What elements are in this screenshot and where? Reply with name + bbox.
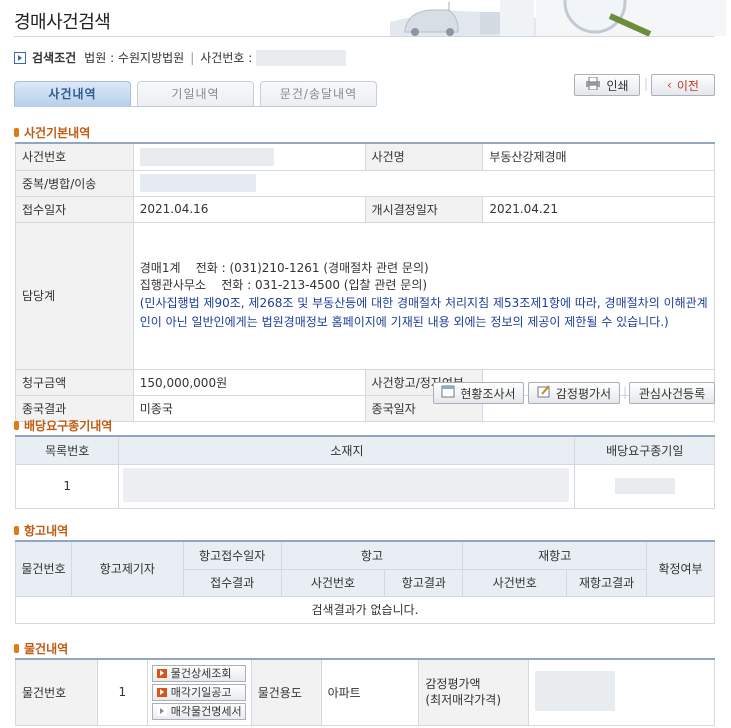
separator: | (190, 50, 195, 65)
document-icon (441, 385, 455, 401)
section-bullet-icon (14, 421, 19, 430)
appraisal-masked-value (535, 670, 616, 711)
tab-bar: 사건내역 기일내역 문건/송달내역 (14, 81, 377, 106)
tab-schedule[interactable]: 기일내역 (137, 81, 254, 106)
appeal-header-date: 항고접수일자 (182, 540, 282, 570)
case-number-value-cell (132, 142, 366, 171)
item-no-value-cell: 1 (96, 658, 148, 726)
dividend-header-address: 소재지 (118, 435, 576, 465)
case-number-label: 사건번호 : (200, 51, 253, 65)
header-banner-illustration (330, 0, 731, 36)
court-label: 법원 : (84, 51, 115, 65)
arrow-right-icon (156, 668, 167, 678)
appeal-header-result: 접수결과 (182, 568, 282, 597)
arrow-right-icon (14, 51, 26, 64)
dividend-row-deadline (574, 463, 715, 509)
printer-icon (585, 76, 601, 93)
dividend-row-no: 1 (14, 463, 120, 509)
arrow-right-icon (156, 706, 167, 716)
dividend-header-deadline: 배당요구종기일 (574, 435, 715, 465)
appeal-header-appeal-result: 항고결과 (384, 568, 464, 597)
item-detail-button[interactable]: 물건상세조회 (151, 664, 246, 682)
survey-report-button[interactable]: 현황조사서 (433, 382, 524, 404)
appeal-header-appellant: 항고제기자 (70, 540, 184, 597)
sale-date-notice-button[interactable]: 매각기일공고 (151, 683, 246, 701)
usage-label-cell: 물건용도 (250, 658, 322, 726)
case-number-label-cell: 사건번호 (15, 142, 134, 171)
appraisal-report-button[interactable]: 감정평가서 (528, 382, 620, 404)
back-label: 이전 (676, 78, 699, 93)
appeal-header-confirm: 확정여부 (646, 540, 715, 597)
table-row: 1 (14, 463, 715, 509)
appeal-header-reappeal: 재항고 (462, 540, 648, 570)
appraisal-value-cell (528, 658, 715, 726)
appeal-header-item: 물건번호 (15, 540, 72, 597)
print-button[interactable]: 인쇄 (574, 74, 640, 96)
section-bullet-icon (14, 526, 19, 535)
received-date-label-cell: 접수일자 (15, 195, 134, 223)
section-bullet-icon (14, 644, 19, 653)
tabs-underline (14, 106, 376, 107)
appeal-empty-message: 검색결과가 없습니다. (15, 595, 715, 624)
officer-label-cell: 담당계 (15, 221, 134, 370)
appeal-header-case-no: 사건번호 (280, 568, 386, 597)
section-bullet-icon (14, 128, 19, 137)
case-name-value-cell: 부동산강제경매 (482, 142, 715, 171)
officer-notice: (민사집행법 제90조, 제268조 및 부동산등에 대한 경매절차 처리지침 … (139, 295, 708, 329)
appeal-header-reappeal-result: 재항고결과 (566, 568, 648, 597)
appraisal-label-cell: 감정평가액 (최저매각가격) (418, 658, 530, 726)
case-number-masked (256, 49, 347, 66)
merge-label-cell: 중복/병합/이송 (15, 169, 134, 197)
appraisal-sub-label: (최저매각가격) (425, 693, 501, 708)
case-basic-section-title: 사건기본내역 (14, 124, 90, 141)
appeal-header-appeal: 항고 (280, 540, 464, 570)
start-date-value-cell: 2021.04.21 (482, 195, 715, 223)
appeal-section-title: 항고내역 (14, 522, 68, 539)
sale-item-statement-button[interactable]: 매각물건명세서 (151, 702, 246, 720)
received-date-value-cell: 2021.04.16 (132, 195, 366, 223)
final-result-value-cell: 미종국 (132, 394, 366, 422)
claim-amount-value-cell: 150,000,000원 (132, 368, 366, 396)
case-name-label-cell: 사건명 (364, 142, 484, 171)
start-date-label-cell: 개시결정일자 (364, 195, 484, 223)
search-condition-bar: 검색조건 법원 : 수원지방법원 | 사건번호 : (14, 49, 347, 66)
item-no-label-cell: 물건번호 (15, 658, 98, 726)
dividend-row-address (118, 463, 576, 509)
watch-case-button[interactable]: 관심사건등록 (629, 382, 715, 404)
arrow-right-icon (156, 687, 167, 697)
chevron-left-icon: ‹ (667, 78, 672, 92)
appeal-table: 물건번호 항고제기자 항고접수일자 항고 재항고 확정여부 접수결과 사건번호 … (15, 540, 715, 624)
merge-masked-value (139, 174, 256, 192)
appraisal-label: 감정평가액 (425, 677, 481, 692)
address-masked-value (123, 467, 570, 502)
merge-value-cell (132, 169, 716, 197)
tab-documents[interactable]: 문건/송달내역 (260, 81, 377, 106)
court-value: 수원지방법원 (117, 51, 185, 65)
case-basic-table: 사건번호 사건명 부동산강제경매 중복/병합/이송 접수일자 2021.04.1… (15, 142, 716, 422)
page-title: 경매사건검색 (14, 12, 111, 33)
edit-document-icon (537, 385, 551, 401)
table-row: 물건번호 1 물건상세조회 매각기일공고 매각물건명세서 물건용도 아파트 감정… (15, 658, 715, 726)
claim-amount-label-cell: 청구금액 (15, 368, 134, 396)
back-button[interactable]: ‹ 이전 (651, 74, 715, 96)
search-condition-label: 검색조건 (32, 51, 77, 65)
usage-value-cell: 아파트 (320, 658, 420, 726)
button-separator: | (623, 385, 628, 399)
appeal-header-recase-no: 사건번호 (462, 568, 568, 597)
title-divider (14, 36, 714, 37)
dividend-table: 목록번호 소재지 배당요구종기일 1 (14, 435, 715, 509)
action-separator: | (644, 77, 649, 91)
case-number-masked-value (139, 147, 274, 166)
tab-case-details[interactable]: 사건내역 (14, 81, 131, 106)
deadline-masked-value (614, 478, 675, 494)
dividend-section-title: 배당요구종기내역 (14, 417, 112, 434)
dividend-header-no: 목록번호 (14, 435, 120, 465)
officer-value-cell: 경매1계 전화 : (031)210-1261 (경매절차 관련 문의) 집행관사… (132, 221, 716, 370)
officer-line-2: 집행관사무소 전화 : 031-213-4500 (입찰 관련 문의) (139, 277, 428, 292)
officer-line-1: 경매1계 전화 : (031)210-1261 (경매절차 관련 문의) (139, 260, 429, 275)
print-label: 인쇄 (606, 78, 629, 93)
item-buttons-cell: 물건상세조회 매각기일공고 매각물건명세서 (146, 658, 252, 726)
items-section-title: 물건내역 (14, 640, 68, 657)
items-table: 물건번호 1 물건상세조회 매각기일공고 매각물건명세서 물건용도 아파트 감정… (15, 658, 715, 726)
